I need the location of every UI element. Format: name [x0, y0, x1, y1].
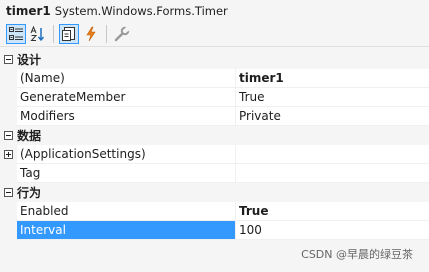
categorized-icon [9, 27, 23, 40]
property-name: Interval [17, 221, 236, 240]
property-row-tag[interactable]: Tag [0, 164, 429, 183]
property-row-applicationsettings[interactable]: (ApplicationSettings) [0, 145, 429, 164]
object-type: System.Windows.Forms.Timer [54, 4, 228, 18]
property-row-enabled[interactable]: Enabled True [0, 202, 429, 221]
properties-icon [62, 27, 75, 41]
category-data[interactable]: 数据 [0, 126, 429, 145]
property-name: Tag [17, 164, 236, 183]
toolbar-separator [106, 25, 107, 43]
alphabetical-icon [30, 26, 45, 42]
property-row-generatemember[interactable]: GenerateMember True [0, 88, 429, 107]
categorized-button[interactable] [6, 24, 26, 44]
property-pages-button[interactable] [112, 24, 132, 44]
property-name: (ApplicationSettings) [17, 145, 236, 164]
collapse-icon[interactable] [4, 188, 13, 197]
property-row-interval[interactable]: Interval 100 [0, 221, 429, 240]
properties-toolbar [0, 22, 429, 47]
property-value[interactable]: True [236, 88, 429, 107]
alphabetical-button[interactable] [28, 24, 48, 44]
property-name: GenerateMember [17, 88, 236, 107]
category-label: 数据 [17, 129, 42, 143]
property-row-modifiers[interactable]: Modifiers Private [0, 107, 429, 126]
collapse-icon[interactable] [4, 55, 13, 64]
category-label: 设计 [17, 53, 42, 67]
property-name: (Name) [17, 69, 236, 88]
category-label: 行为 [17, 186, 42, 200]
property-value[interactable]: True [236, 202, 429, 221]
object-name: timer1 [6, 4, 51, 18]
property-value[interactable] [236, 164, 429, 183]
category-design[interactable]: 设计 [0, 50, 429, 69]
property-name: Enabled [17, 202, 236, 221]
category-behavior[interactable]: 行为 [0, 183, 429, 202]
property-value[interactable] [236, 145, 429, 164]
property-value[interactable]: Private [236, 107, 429, 126]
property-value[interactable]: 100 [236, 221, 429, 240]
property-pages-wrench-icon [114, 26, 130, 42]
toolbar-separator [53, 25, 54, 43]
property-value[interactable]: timer1 [236, 69, 429, 88]
property-grid: 设计 (Name) timer1 GenerateMember True Mod… [0, 50, 429, 240]
events-button[interactable] [81, 24, 101, 44]
properties-header: timer1 System.Windows.Forms.Timer [0, 0, 429, 22]
expand-icon[interactable] [4, 150, 13, 159]
collapse-icon[interactable] [4, 131, 13, 140]
properties-button[interactable] [59, 24, 79, 44]
property-name: Modifiers [17, 107, 236, 126]
events-lightning-icon [86, 26, 96, 42]
watermark: CSDN @早晨的绿豆茶 [301, 248, 413, 261]
property-row-name[interactable]: (Name) timer1 [0, 69, 429, 88]
